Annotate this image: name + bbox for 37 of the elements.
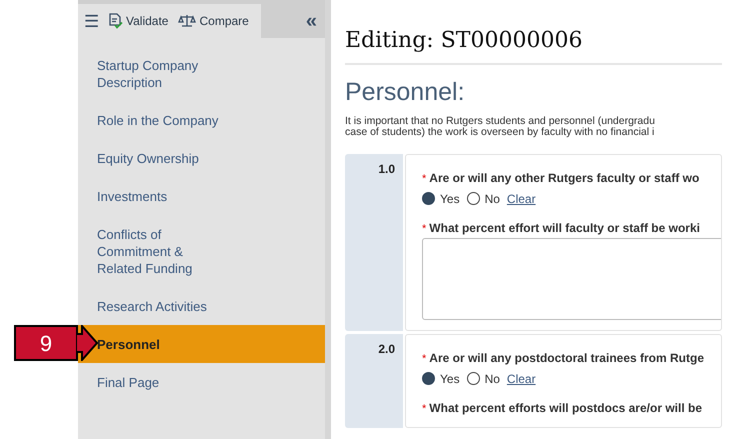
compare-button[interactable]: Compare (176, 12, 251, 30)
required-asterisk: * (422, 222, 426, 236)
validate-button[interactable]: Validate (105, 12, 170, 30)
arrow-icon (76, 325, 98, 361)
sidebar-item[interactable]: Conflicts of Commitment & Related Funding (78, 215, 325, 287)
intro-text: It is important that no Rutgers students and personnel (undergradu (345, 116, 656, 127)
clear-link[interactable]: Clear (506, 190, 536, 208)
scale-icon (178, 14, 196, 28)
collapse-button[interactable]: « (306, 11, 325, 31)
intro-text: case of students) the work is overseen by faculty with no financial i (345, 127, 656, 138)
sidebar-item[interactable]: Investments (78, 177, 325, 215)
question-number-panel: 1.0 (345, 154, 403, 331)
question-text: What percent effort will faculty or staff be worki (429, 220, 700, 236)
question-text: Are or will any postdoctoral trainees from Rutge (429, 350, 704, 367)
required-asterisk: * (422, 352, 426, 367)
radio-option[interactable]: No (466, 370, 500, 388)
sidebar-item[interactable]: Personnel (78, 325, 325, 363)
required-asterisk: * (422, 172, 426, 187)
question-text: Are or will any other Rutgers faculty or staff wo (429, 170, 700, 187)
section-heading: Personnel: (345, 77, 466, 107)
step-callout: 9 (14, 325, 98, 361)
question-number-panel: 2.0 (345, 334, 403, 428)
page-title: Editing: ST00000006 (345, 24, 722, 65)
sidebar-item[interactable]: Research Activities (78, 287, 325, 325)
radio-option[interactable]: Yes (422, 370, 460, 388)
sidebar-item[interactable]: Startup Company Description (78, 46, 325, 101)
sidebar-item[interactable]: Final Page (78, 363, 325, 401)
clear-link[interactable]: Clear (506, 370, 536, 388)
question-text: What percent efforts will postdocs are/or will be (429, 400, 702, 416)
answer-box[interactable] (422, 238, 721, 320)
radio-option[interactable]: Yes (422, 190, 460, 208)
sidebar-item[interactable]: Role in the Company (78, 101, 325, 139)
document-check-icon (107, 13, 123, 29)
required-asterisk: * (422, 402, 426, 416)
menu-button[interactable]: ☰ (84, 12, 99, 30)
sidebar-item[interactable]: Equity Ownership (78, 139, 325, 177)
radio-option[interactable]: No (466, 190, 500, 208)
